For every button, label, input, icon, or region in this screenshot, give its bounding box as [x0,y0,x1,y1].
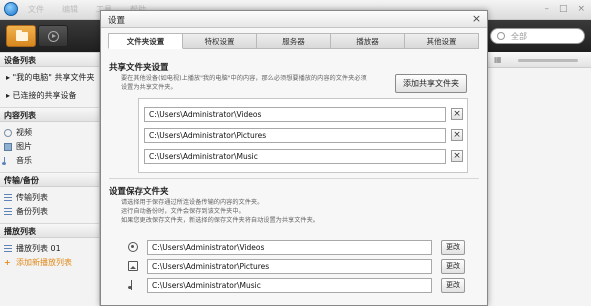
sidebar-item-label: 视频 [16,128,32,137]
video-icon [128,242,138,252]
music-icon [128,280,137,290]
add-playlist-link[interactable]: + 添加新播放列表 [0,256,99,270]
save-folder-row-video: C:\Users\Administrator\Videos 更改 [128,240,467,255]
share-desc-line1: 要在其他设备(如电视)上播放"我的电脑"中的内容，那么必须想要播放的内容的文件夹… [121,75,367,82]
dialog-titlebar: 设置 × [101,11,487,28]
maximize-icon[interactable]: □ [559,4,568,14]
save-desc-line3: 如果您更改保存文件夹，新选择的保存文件夹将自动设置为共享文件夹。 [121,217,319,224]
folder-icon [16,30,28,41]
search-icon [497,32,505,40]
sidebar: 设备列表 ▸ "我的电脑" 共享文件夹 ▸ 已连接的共享设备 内容列表 视频 图… [0,52,100,306]
save-folder-path: C:\Users\Administrator\Music [147,278,432,293]
sidebar-item-playlist[interactable]: 播放列表 01 [0,242,99,256]
folder-view-button[interactable] [6,25,36,47]
minimize-icon[interactable]: – [544,4,549,14]
video-icon [4,129,12,137]
settings-tabs: 文件夹设置 特权设置 服务器 播放器 其他设置 [108,33,479,49]
menu-edit[interactable]: 编辑 [62,4,78,15]
window-close-icon[interactable]: × [577,4,585,14]
sidebar-item-video[interactable]: 视频 [0,126,99,140]
change-pictures-folder-button[interactable]: 更改 [441,259,465,274]
sidebar-item-label: 传输列表 [16,193,48,202]
sidebar-item-pictures[interactable]: 图片 [0,140,99,154]
sidebar-item-connected-devices[interactable]: ▸ 已连接的共享设备 [0,89,99,103]
tab-folder-settings[interactable]: 文件夹设置 [108,33,183,49]
sidebar-item-my-pc[interactable]: ▸ "我的电脑" 共享文件夹 [0,71,99,85]
remove-folder-button[interactable]: × [451,150,463,162]
search-input[interactable]: 全部 [490,28,585,44]
share-desc-line2: 设置为共享文件夹。 [121,84,177,91]
sidebar-item-backup-list[interactable]: 备份列表 [0,205,99,219]
change-video-folder-button[interactable]: 更改 [441,240,465,255]
add-icon: + [4,258,11,267]
tab-other-settings[interactable]: 其他设置 [405,33,479,49]
save-section-title: 设置保存文件夹 [109,187,169,197]
share-folder-path: C:\Users\Administrator\Videos [144,107,446,122]
search-placeholder: 全部 [511,32,527,41]
play-icon [48,31,59,42]
view-toolbar: ▦ [488,52,591,68]
transfer-backup-header: 传输/备份 [0,172,99,187]
sidebar-item-label: 图片 [16,142,32,151]
view-mode-icons[interactable]: ▦ [494,55,502,64]
share-folder-list: C:\Users\Administrator\Videos × C:\Users… [138,98,468,173]
device-list-header: 设备列表 [0,52,99,67]
sidebar-item-label: 音乐 [16,156,32,165]
remove-folder-button[interactable]: × [451,108,463,120]
sidebar-item-transfer-list[interactable]: 传输列表 [0,191,99,205]
tab-privilege-settings[interactable]: 特权设置 [183,33,257,49]
menu-file[interactable]: 文件 [28,4,44,15]
save-folder-path: C:\Users\Administrator\Videos [147,240,432,255]
tab-player[interactable]: 播放器 [331,33,405,49]
add-playlist-label: 添加新播放列表 [16,258,72,267]
tab-server[interactable]: 服务器 [257,33,331,49]
sidebar-item-music[interactable]: 音乐 [0,154,99,168]
list-icon [4,208,12,216]
playlist-icon [4,245,12,253]
zoom-slider[interactable] [518,59,578,62]
save-folder-row-pictures: C:\Users\Administrator\Pictures 更改 [128,259,467,274]
section-divider [109,178,479,179]
save-folder-path: C:\Users\Administrator\Pictures [147,259,432,274]
close-icon[interactable]: × [470,13,483,25]
settings-dialog: 设置 × 文件夹设置 特权设置 服务器 播放器 其他设置 共享文件夹设置 要在其… [100,10,488,306]
list-item: C:\Users\Administrator\Pictures × [144,128,463,143]
remove-folder-button[interactable]: × [451,129,463,141]
sidebar-item-label: 播放列表 01 [16,244,61,253]
picture-icon [4,143,12,151]
content-list-header: 内容列表 [0,107,99,122]
app-logo-icon [4,2,18,16]
window-controls: – □ × [544,4,585,14]
list-item: C:\Users\Administrator\Music × [144,149,463,164]
save-folder-row-music: C:\Users\Administrator\Music 更改 [128,278,467,293]
list-item: C:\Users\Administrator\Videos × [144,107,463,122]
picture-icon [128,261,138,271]
change-music-folder-button[interactable]: 更改 [441,278,465,293]
music-icon [2,157,12,165]
add-share-folder-button[interactable]: 添加共享文件夹 [395,74,467,93]
save-desc-line2: 运行自动备份时，文件会保存到该文件夹中。 [121,208,245,215]
save-desc-line1: 请选择用于保存通过所连设备传输的内容的文件夹。 [121,199,264,206]
dialog-title: 设置 [108,16,126,26]
sidebar-item-label: 备份列表 [16,207,48,216]
list-icon [4,194,12,202]
share-folder-path: C:\Users\Administrator\Pictures [144,128,446,143]
share-folder-path: C:\Users\Administrator\Music [144,149,446,164]
playlist-header: 播放列表 [0,223,99,238]
content-area: ▦ [488,52,591,306]
share-section-title: 共享文件夹设置 [109,63,169,73]
player-view-button[interactable] [38,25,68,47]
